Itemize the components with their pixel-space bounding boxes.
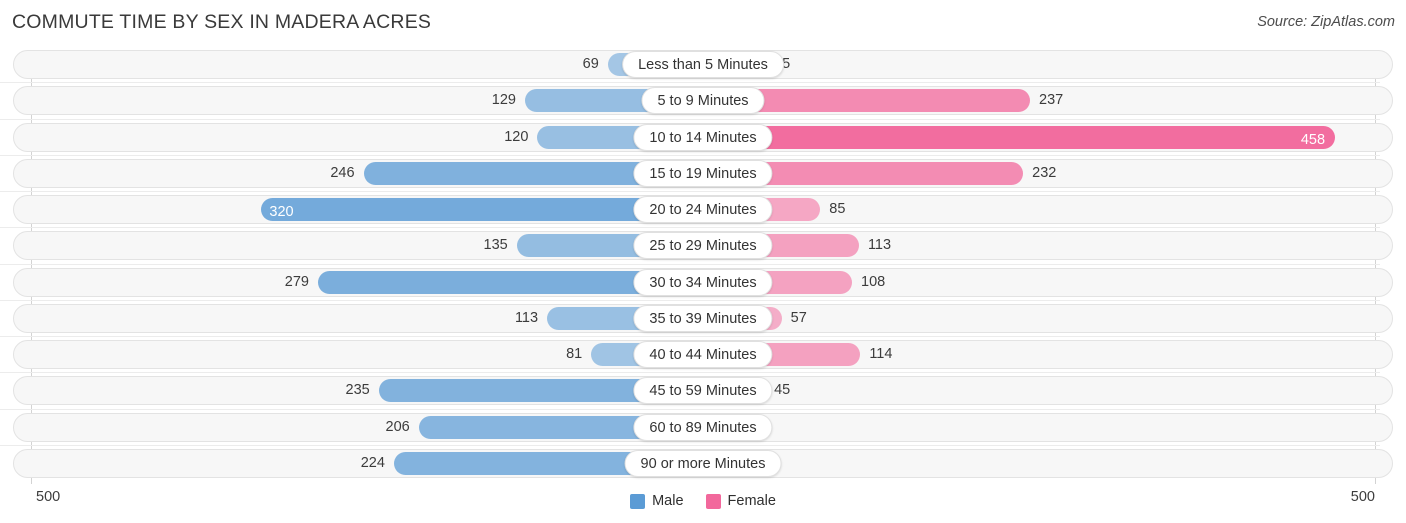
bar-row[interactable]: 235 45 45 to 59 Minutes <box>13 376 1393 406</box>
row-separator <box>0 372 1380 374</box>
category-label[interactable]: 5 to 9 Minutes <box>641 87 765 115</box>
category-label[interactable]: 40 to 44 Minutes <box>633 341 773 368</box>
page-title: COMMUTE TIME BY SEX IN MADERA ACRES <box>12 11 432 33</box>
row-separator <box>0 227 1380 229</box>
bar-row[interactable]: 135 113 25 to 29 Minutes <box>13 231 1393 261</box>
bar-value-male: 235 <box>345 382 370 399</box>
bar-value-male: 135 <box>483 237 508 254</box>
category-label[interactable]: 35 to 39 Minutes <box>633 304 773 332</box>
category-label[interactable]: 25 to 29 Minutes <box>633 232 773 260</box>
bar-value-female: 85 <box>829 201 846 217</box>
legend-swatch-icon <box>630 493 646 509</box>
bar-row[interactable]: 129 237 5 to 9 Minutes <box>13 86 1393 116</box>
legend-label: Female <box>727 493 776 509</box>
source-attribution: Source: ZipAtlas.com <box>1257 14 1395 30</box>
bar-value-female: 108 <box>861 273 886 290</box>
bar-value-male: 320 <box>269 204 294 220</box>
bar-row[interactable]: 320 85 20 to 24 Minutes <box>13 195 1393 224</box>
bar-row[interactable]: 206460 to 89 Minutes <box>13 412 1393 442</box>
category-label[interactable]: 60 to 89 Minutes <box>633 413 773 441</box>
chart-root: COMMUTE TIME BY SEX IN MADERA ACRES Sour… <box>0 0 1406 523</box>
legend-item[interactable]: Male <box>630 493 684 509</box>
chart-legend: Male Female <box>0 486 1406 516</box>
row-separator <box>0 82 1380 84</box>
row-separator <box>0 408 1380 410</box>
bar-row[interactable]: 279 108 30 to 34 Minutes <box>13 267 1393 297</box>
row-separator <box>0 299 1380 301</box>
bar-value-male: 120 <box>504 128 529 145</box>
row-separator <box>0 263 1380 265</box>
row-separator <box>0 444 1380 446</box>
legend-swatch-icon <box>705 493 721 509</box>
bar-row[interactable]: 6945Less than 5 Minutes <box>13 50 1393 79</box>
plot-area: 6945Less than 5 Minutes1292375 to 9 Minu… <box>0 46 1406 486</box>
category-label[interactable]: Less than 5 Minutes <box>622 51 784 78</box>
row-separator <box>0 336 1380 337</box>
bar-row[interactable]: 2241990 or more Minutes <box>13 448 1393 478</box>
bar-row[interactable]: 458 120 10 to 14 Minutes <box>13 122 1393 152</box>
bar-row[interactable]: 113 57 35 to 39 Minutes <box>13 303 1393 333</box>
bar-value-female: 114 <box>869 346 893 362</box>
bar-value-male: 81 <box>566 346 583 362</box>
category-label[interactable]: 90 or more Minutes <box>624 449 782 477</box>
bar-value-male: 279 <box>284 273 309 290</box>
row-separator <box>0 191 1380 192</box>
row-separator <box>0 154 1380 156</box>
row-separator <box>0 118 1380 120</box>
chart-header: COMMUTE TIME BY SEX IN MADERA ACRES Sour… <box>0 0 1406 46</box>
bar-value-female: 45 <box>774 382 791 399</box>
legend-label: Male <box>652 493 684 509</box>
category-label[interactable]: 30 to 34 Minutes <box>633 268 773 296</box>
bar-value-female: 458 <box>1300 131 1326 148</box>
bar-value-male: 246 <box>330 164 355 181</box>
bar-value-male: 69 <box>582 56 599 72</box>
category-label[interactable]: 20 to 24 Minutes <box>633 196 773 223</box>
bar-value-female: 113 <box>867 237 892 254</box>
bar-value-male: 113 <box>514 309 539 326</box>
category-label[interactable]: 45 to 59 Minutes <box>633 377 773 405</box>
bar-value-female: 57 <box>790 309 807 326</box>
category-label[interactable]: 10 to 14 Minutes <box>633 123 773 151</box>
bar-value-male: 206 <box>385 418 410 435</box>
legend-item[interactable]: Female <box>705 493 776 509</box>
bar-female[interactable]: 458 <box>703 125 1336 149</box>
chart-footer: 500 500 Male Female <box>0 486 1406 523</box>
bar-value-male: 224 <box>360 454 385 471</box>
bar-value-male: 129 <box>491 92 516 109</box>
bar-row[interactable]: 81 114 40 to 44 Minutes <box>13 340 1393 369</box>
category-label[interactable]: 15 to 19 Minutes <box>633 159 773 187</box>
bar-value-female: 232 <box>1032 164 1057 181</box>
bar-value-female: 237 <box>1039 92 1064 109</box>
bar-row[interactable]: 246 232 15 to 19 Minutes <box>13 158 1393 188</box>
